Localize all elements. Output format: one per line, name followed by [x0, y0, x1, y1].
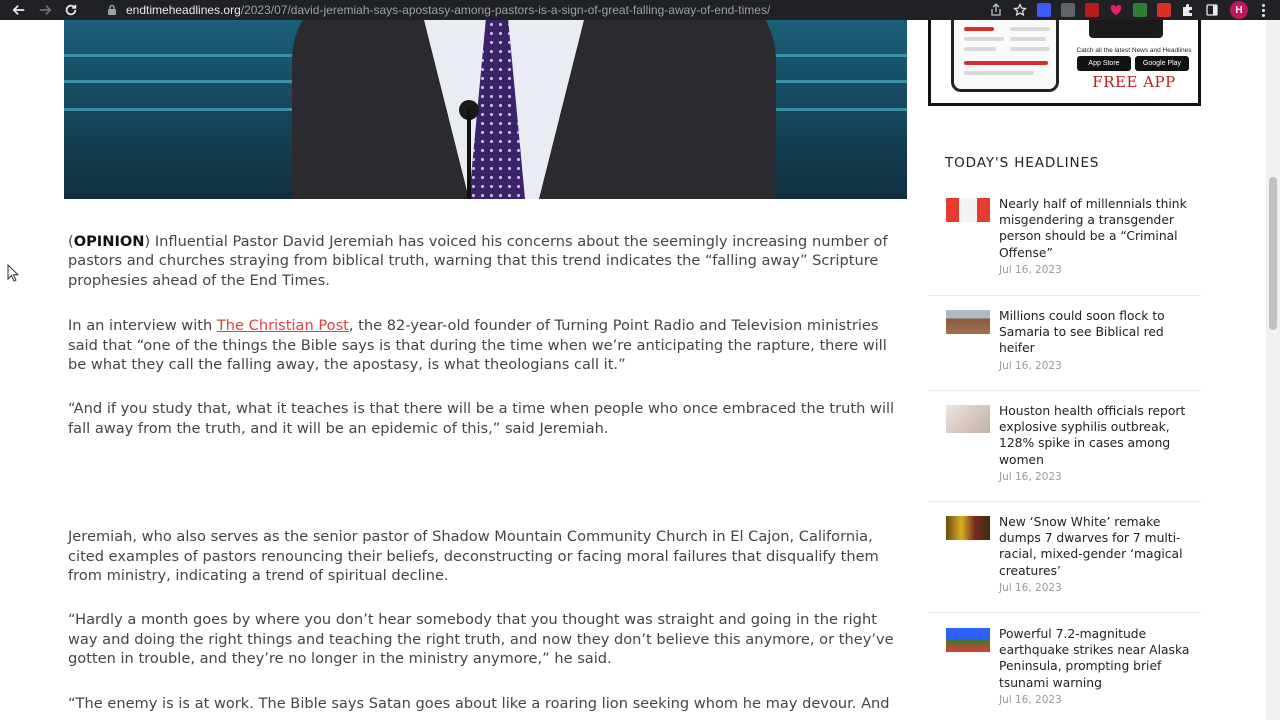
headline-date: Jul 16, 2023: [999, 359, 1062, 372]
headline-item[interactable]: Millions could soon flock to Samaria to …: [928, 308, 1201, 391]
headline-thumbnail[interactable]: [946, 516, 990, 540]
url-path: /2023/07/david-jeremiah-says-apostasy-am…: [240, 3, 771, 17]
opinion-label: OPINION: [73, 233, 145, 250]
extension-blue-icon[interactable]: [1037, 3, 1051, 17]
headlines-heading: TODAY'S HEADLINES: [945, 155, 1100, 171]
forward-button[interactable]: [32, 0, 58, 20]
extension-gmail-icon[interactable]: [1157, 3, 1171, 17]
headline-item[interactable]: Powerful 7.2-magnitude earthquake strike…: [928, 626, 1201, 720]
url-domain: endtimeheadlines.org: [126, 3, 241, 17]
article-paragraph: Jeremiah, who also serves as the senior …: [68, 528, 879, 585]
free-app-ad[interactable]: Catch all the latest News and Headlines …: [928, 20, 1201, 106]
extension-adblock-icon[interactable]: [1085, 3, 1099, 17]
article-body: (OPINION) Influential Pastor David Jerem…: [68, 232, 906, 713]
headline-link[interactable]: Millions could soon flock to Samaria to …: [999, 308, 1195, 357]
extension-heart-icon[interactable]: [1109, 3, 1123, 17]
lock-icon: [108, 4, 116, 15]
back-arrow-icon: [12, 5, 25, 15]
mouse-cursor-icon: [7, 264, 19, 282]
free-app-label: FREE APP: [1092, 73, 1176, 91]
extensions-puzzle-icon[interactable]: [1181, 3, 1195, 17]
headline-date: Jul 16, 2023: [999, 470, 1062, 483]
headline-thumbnail[interactable]: [946, 198, 990, 222]
google-play-button[interactable]: Google Play: [1135, 56, 1189, 71]
headline-date: Jul 16, 2023: [999, 581, 1062, 594]
headline-link[interactable]: Nearly half of millennials think misgend…: [999, 196, 1195, 261]
article-paragraph: “And if you study that, what it teaches …: [68, 400, 895, 437]
address-bar[interactable]: endtimeheadlines.org/2023/07/david-jerem…: [96, 0, 986, 20]
headline-item[interactable]: Houston health officials report explosiv…: [928, 403, 1201, 502]
browser-toolbar: endtimeheadlines.org/2023/07/david-jerem…: [0, 0, 1280, 20]
scrollbar-thumb[interactable]: [1269, 177, 1277, 330]
ad-tagline: Catch all the latest News and Headlines: [1076, 47, 1192, 54]
headline-item[interactable]: Nearly half of millennials think misgend…: [928, 196, 1201, 296]
headline-link[interactable]: Powerful 7.2-magnitude earthquake strike…: [999, 626, 1195, 691]
share-icon[interactable]: [989, 3, 1003, 17]
profile-avatar[interactable]: H: [1230, 1, 1248, 19]
headline-item[interactable]: New ‘Snow White’ remake dumps 7 dwarves …: [928, 514, 1201, 613]
page-scrollbar[interactable]: [1266, 20, 1280, 720]
browser-menu-icon[interactable]: [1254, 3, 1272, 17]
extension-grey-icon[interactable]: [1061, 3, 1075, 17]
article-paragraph: (OPINION) Influential Pastor David Jerem…: [68, 233, 888, 289]
headline-thumbnail[interactable]: [946, 628, 990, 652]
extension-green-icon[interactable]: [1133, 3, 1147, 17]
reload-icon: [65, 4, 77, 16]
forward-arrow-icon: [39, 5, 52, 15]
headline-date: Jul 16, 2023: [999, 693, 1062, 706]
app-store-button[interactable]: App Store: [1077, 56, 1131, 71]
reload-button[interactable]: [58, 0, 84, 20]
side-panel-icon[interactable]: [1205, 3, 1219, 17]
article-paragraph: “Hardly a month goes by where you don’t …: [68, 611, 894, 668]
headline-thumbnail[interactable]: [946, 310, 990, 334]
christian-post-link[interactable]: The Christian Post: [217, 317, 349, 334]
phone-mockup: [951, 20, 1059, 92]
back-button[interactable]: [6, 0, 32, 20]
article-hero-image: [64, 20, 907, 199]
article-paragraph: “The enemy is is at work. The Bible says…: [68, 694, 890, 712]
article-paragraph: In an interview with The Christian Post,…: [68, 317, 887, 374]
bookmark-star-icon[interactable]: [1013, 3, 1027, 17]
headline-link[interactable]: Houston health officials report explosiv…: [999, 403, 1195, 468]
headline-thumbnail[interactable]: [946, 405, 990, 433]
headline-date: Jul 16, 2023: [999, 263, 1062, 276]
headline-link[interactable]: New ‘Snow White’ remake dumps 7 dwarves …: [999, 514, 1195, 579]
